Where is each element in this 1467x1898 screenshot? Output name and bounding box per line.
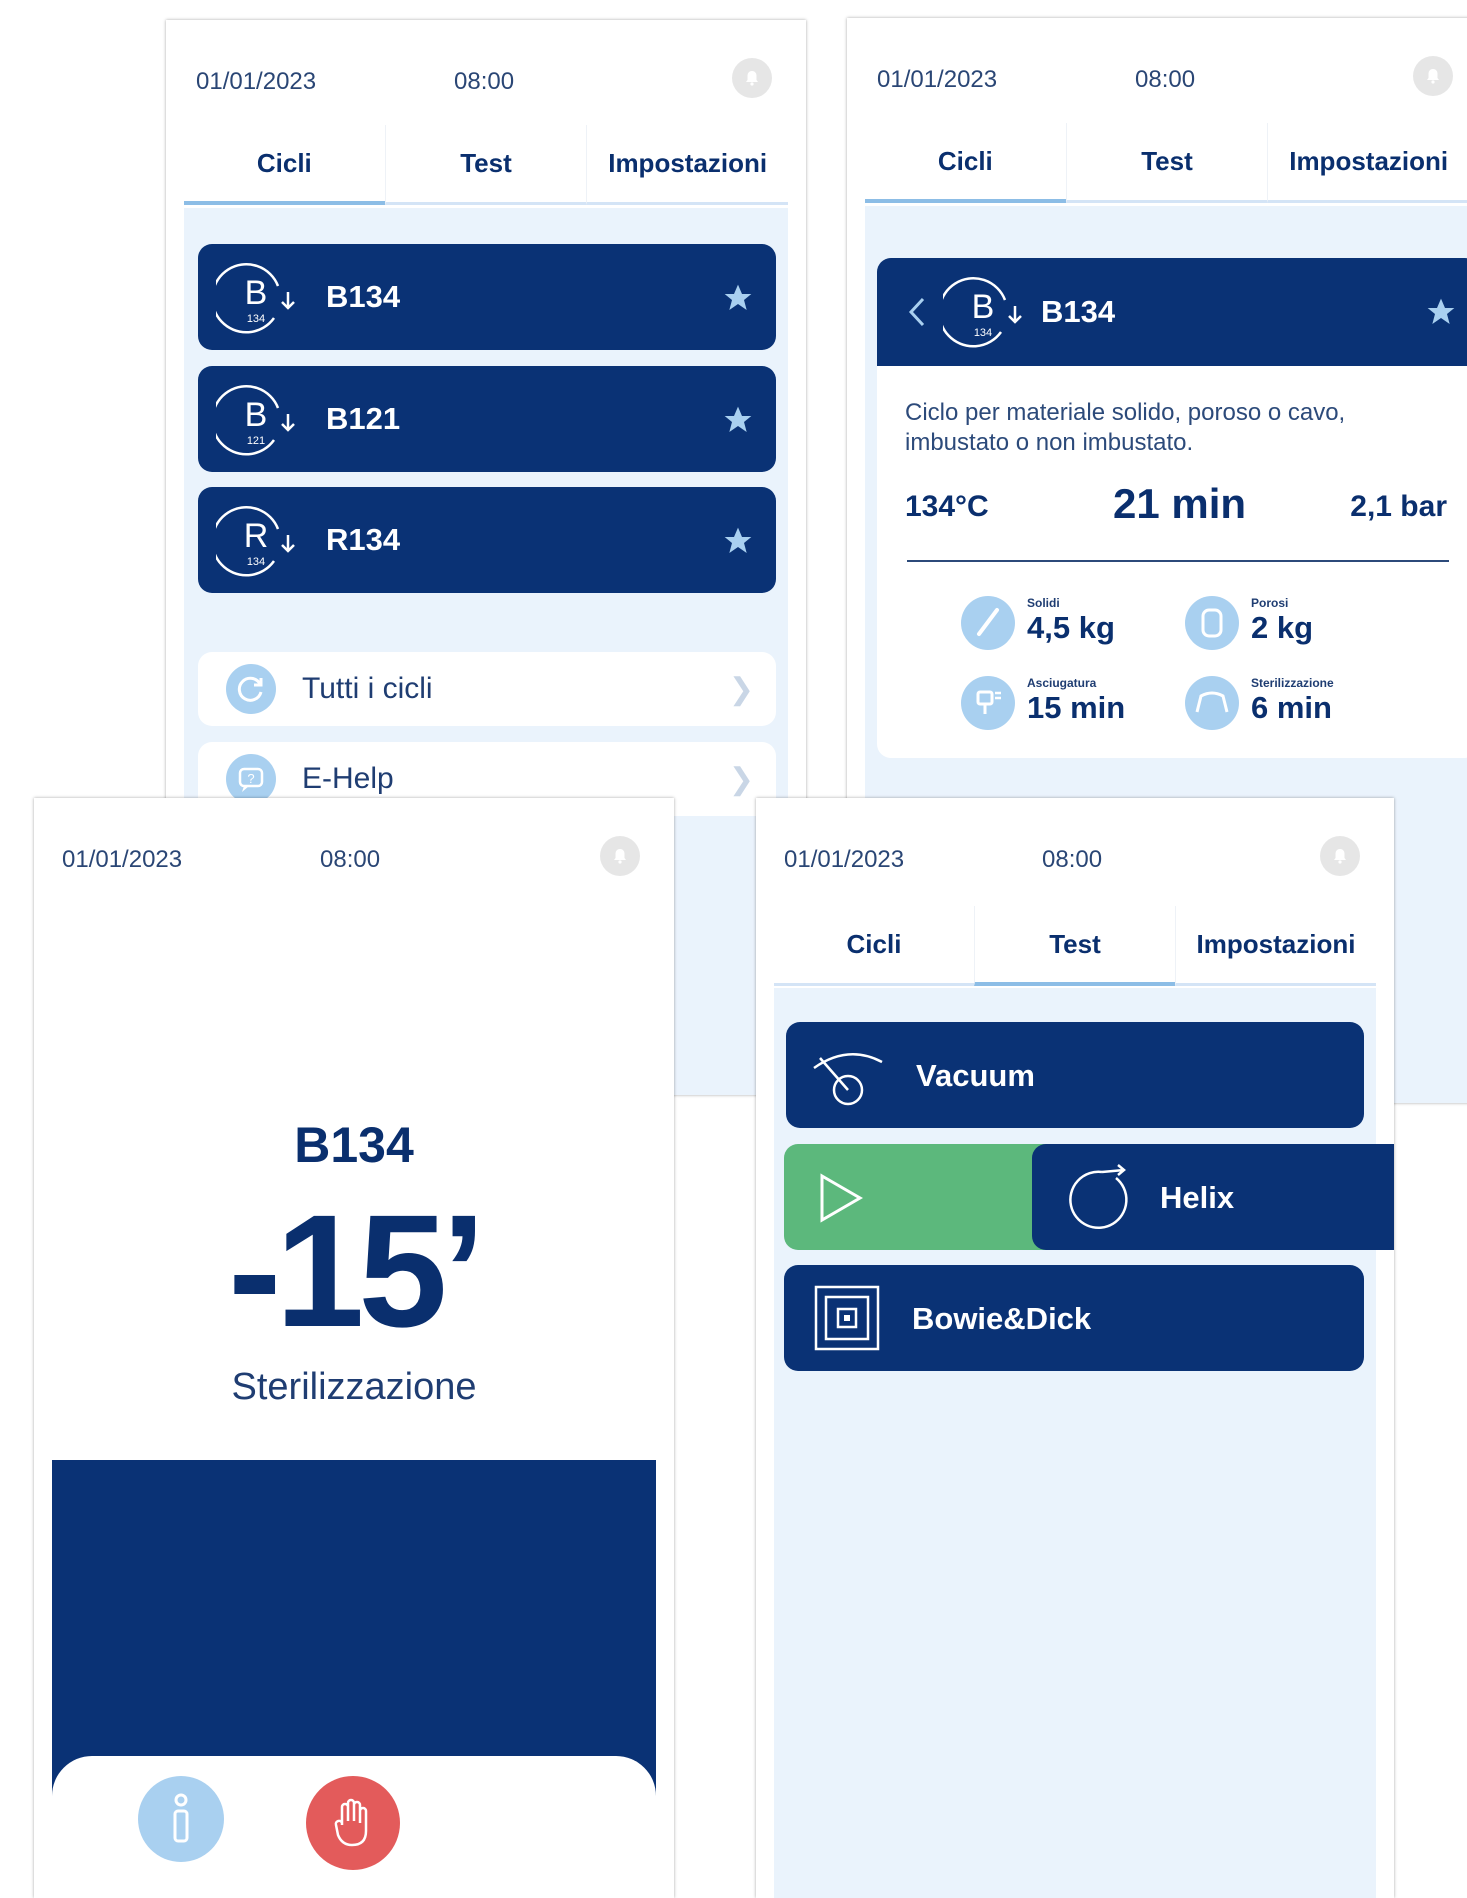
status-bar: 01/01/2023 08:00 [166,20,806,140]
info-button[interactable] [138,1776,224,1862]
cycle-button-r134[interactable]: R 134 R134 [198,487,776,593]
bowie-dick-icon [814,1285,880,1351]
test-button-bowie-dick[interactable]: Bowie&Dick [784,1265,1364,1371]
all-cycles-label: Tutti i cicli [302,672,433,705]
ehelp-label: E-Help [302,762,394,795]
test-button-vacuum[interactable]: Vacuum [786,1022,1364,1128]
tab-test[interactable]: Test [1065,123,1268,203]
status-bar: 01/01/2023 08:00 [847,18,1467,138]
status-bar: 01/01/2023 08:00 [756,798,1394,918]
svg-text:121: 121 [247,435,265,447]
all-cycles-link[interactable]: Tutti i cicli ❯ [198,652,776,726]
cycle-b-icon: B 121 [216,385,295,456]
favorite-star-icon[interactable] [722,404,754,436]
chevron-right-icon: ❯ [728,763,754,796]
divider [907,560,1449,562]
help-chat-icon: ? [226,754,276,804]
sterilization-icon [1185,676,1239,730]
bell-icon[interactable] [732,58,772,98]
spec-value: 4,5 kg [1027,610,1115,645]
cycle-b-icon: B 134 [943,277,1022,348]
spec-label: Porosi [1251,596,1289,610]
temperature-value: 134°C [905,490,989,523]
play-icon [820,1173,863,1223]
phase-label: Sterilizzazione [231,1366,477,1408]
svg-text:134: 134 [974,327,992,339]
screen-tests: 01/01/2023 08:00 Cicli Test Impostazioni… [756,798,1394,1898]
cycle-description: Ciclo per materiale solido, poroso o cav… [905,399,1346,456]
test-name: Helix [1160,1180,1235,1215]
svg-text:B: B [972,288,995,326]
svg-text:134: 134 [247,313,265,325]
spec-value: 6 min [1251,690,1332,725]
svg-text:134: 134 [247,556,265,568]
bell-icon[interactable] [1320,836,1360,876]
stop-button[interactable] [306,1776,400,1870]
cycle-r-icon: R 134 [216,506,295,577]
refresh-icon [226,664,276,714]
svg-text:?: ? [247,771,254,786]
svg-text:B: B [245,396,268,434]
tab-cycles[interactable]: Cicli [184,125,385,205]
spec-label: Solidi [1027,596,1060,610]
status-date: 01/01/2023 [196,68,317,95]
test-name: Bowie&Dick [912,1301,1092,1336]
back-arrow-icon[interactable] [907,296,927,328]
spec-label: Asciugatura [1027,676,1097,690]
tab-settings[interactable]: Impostazioni [1175,906,1376,986]
spec-value: 2 kg [1251,610,1314,645]
tab-bar: Cicli Test Impostazioni [774,906,1376,986]
tab-cycles[interactable]: Cicli [865,123,1066,203]
cycle-name: R134 [326,522,401,557]
spec-value: 15 min [1027,690,1126,725]
cycle-name: B121 [326,401,401,436]
detail-cycle-name: B134 [1041,294,1116,329]
svg-text:B: B [245,274,268,312]
countdown-timer: -15’ [228,1181,486,1360]
stop-hand-icon [334,1798,368,1847]
chevron-right-icon: ❯ [728,673,754,706]
vacuum-icon [813,1053,883,1106]
test-name: Vacuum [916,1058,1035,1093]
status-time: 08:00 [1135,66,1196,93]
tab-settings[interactable]: Impostazioni [1267,123,1467,203]
screen-running-cycle: 01/01/2023 08:00 B134 -15’ Sterilizzazio… [34,798,674,1898]
cycle-button-b121[interactable]: B 121 B121 [198,366,776,472]
favorite-star-icon[interactable] [1425,296,1457,328]
svg-text:R: R [244,517,269,555]
status-date: 01/01/2023 [62,846,183,873]
bell-icon[interactable] [600,836,640,876]
duration-value: 21 min [1113,480,1247,527]
pressure-value: 2,1 bar [1350,490,1447,523]
porous-icon [1185,596,1239,650]
favorite-star-icon[interactable] [722,282,754,314]
detail-header: B 134 B134 [877,258,1467,366]
tab-bar: Cicli Test Impostazioni [184,125,789,205]
status-bar: 01/01/2023 08:00 [34,798,674,918]
favorite-star-icon[interactable] [722,525,754,557]
helix-icon [1069,1164,1128,1230]
test-button-helix[interactable]: Helix [1032,1144,1394,1250]
tab-test[interactable]: Test [384,125,587,205]
cycle-b-icon: B 134 [216,263,295,334]
info-icon [173,1793,189,1843]
status-time: 08:00 [1042,846,1103,873]
bell-icon[interactable] [1413,56,1453,96]
status-time: 08:00 [454,68,515,95]
tab-settings[interactable]: Impostazioni [586,125,789,205]
status-date: 01/01/2023 [784,846,905,873]
status-date: 01/01/2023 [877,66,998,93]
tab-cycles[interactable]: Cicli [774,906,974,986]
running-cycle-name: B134 [294,1117,414,1173]
cycle-detail-card: B 134 B134 Ciclo per materiale solido, p… [877,258,1467,758]
tab-test[interactable]: Test [974,906,1175,986]
tab-bar: Cicli Test Impostazioni [865,123,1467,203]
spec-label: Sterilizzazione [1251,676,1334,690]
cycle-button-b134[interactable]: B 134 B134 [198,244,776,350]
drying-icon [961,676,1015,730]
status-time: 08:00 [320,846,381,873]
instrument-icon [961,596,1015,650]
cycle-name: B134 [326,279,401,314]
